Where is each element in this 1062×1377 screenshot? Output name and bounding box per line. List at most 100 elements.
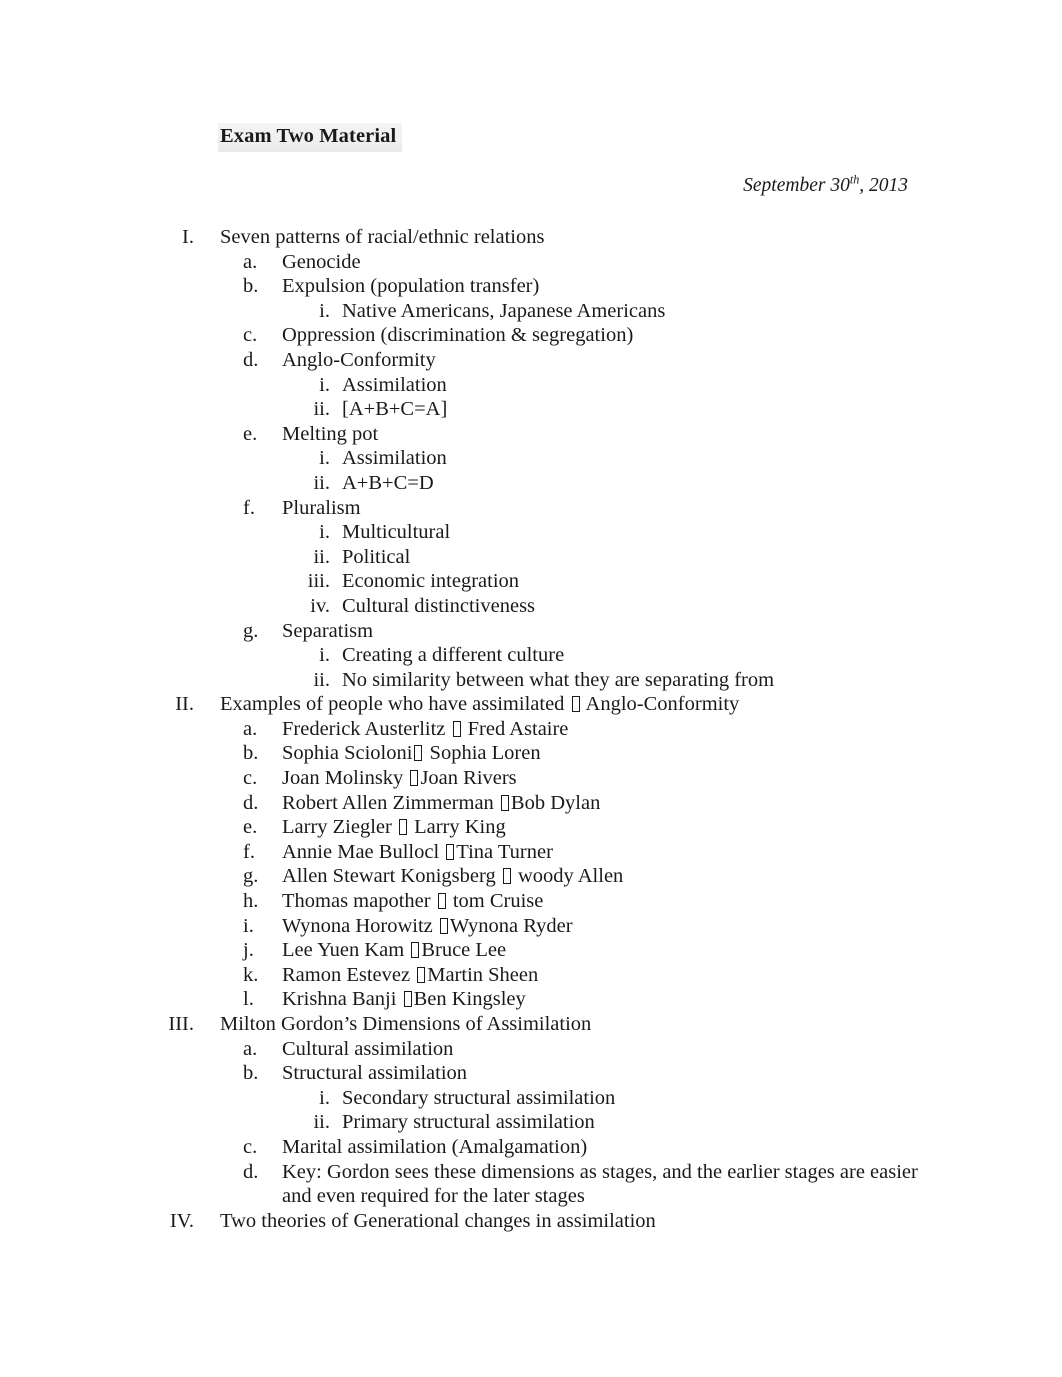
outline-item-text: Wynona Horowitz Wynona Ryder: [282, 914, 573, 937]
outline-item-level-2: k. Ramon Estevez Martin Sheen: [0, 963, 1062, 988]
missing-glyph-box-icon: [502, 868, 511, 885]
date-month-day: September 30: [743, 175, 850, 196]
outline-item-level-3: i. Multicultural: [0, 520, 1062, 545]
outline-item-level-2: g. Separatism: [0, 619, 1062, 644]
outline-item-level-1: IV. Two theories of Generational changes …: [0, 1209, 1062, 1234]
outline-marker: III.: [168, 1013, 194, 1035]
outline-item-level-1: I. Seven patterns of racial/ethnic relati…: [0, 225, 1062, 250]
outline-item-text: Allen Stewart Konigsberg woody Allen: [282, 865, 624, 888]
outline-marker: g.: [243, 865, 259, 888]
outline-marker: f.: [243, 496, 255, 519]
page-title: Exam Two Material: [218, 123, 403, 152]
outline-marker: a.: [243, 250, 258, 273]
outline-item-level-2: d. Robert Allen Zimmerman Bob Dylan: [0, 791, 1062, 816]
outline-item-text: Separatism: [282, 619, 374, 642]
outline-item-level-3: i. Secondary structural assimilation: [0, 1086, 1062, 1111]
outline-marker: i.: [319, 299, 330, 322]
outline-item-level-2: g. Allen Stewart Konigsberg woody Allen: [0, 864, 1062, 889]
outline-item-level-2: e. Melting pot: [0, 422, 1062, 447]
outline-item-text: Native Americans, Japanese Americans: [342, 299, 666, 322]
outline-item-text: Economic integration: [342, 570, 520, 593]
missing-glyph-box-icon: [414, 745, 423, 762]
outline-item-level-2: b. Structural assimilation: [0, 1061, 1062, 1086]
outline-item-level-2: f. Annie Mae Bullocl Tina Turner: [0, 840, 1062, 865]
outline-marker: f.: [243, 840, 255, 863]
outline-marker: c.: [243, 1135, 258, 1158]
outline-marker: ii.: [313, 545, 330, 568]
outline-marker: IV.: [169, 1209, 194, 1232]
outline-item-level-2: l. Krishna Banji Ben Kingsley: [0, 987, 1062, 1012]
outline-item-level-2: a. Frederick Austerlitz Fred Astaire: [0, 717, 1062, 742]
outline-marker: i.: [319, 1086, 330, 1109]
outline-marker: i.: [243, 914, 254, 937]
outline-item-level-3: i. Native Americans, Japanese Americans: [0, 299, 1062, 324]
outline-marker: iii.: [307, 570, 330, 593]
outline-item-text: Structural assimilation: [282, 1062, 468, 1085]
outline-list: I. Seven patterns of racial/ethnic relati…: [0, 225, 1062, 1233]
missing-glyph-box-icon: [571, 696, 580, 713]
outline-marker: i.: [319, 373, 330, 396]
outline-item-level-3: ii. A+B+C=D: [0, 471, 1062, 496]
outline-marker: ii.: [313, 471, 330, 494]
outline-item-level-2: d. Anglo-Conformity: [0, 348, 1062, 373]
outline-item-text: Melting pot: [282, 422, 379, 445]
outline-marker: l.: [243, 988, 254, 1011]
outline-item-level-2: c. Joan Molinsky Joan Rivers: [0, 766, 1062, 791]
outline-item-text: Annie Mae Bullocl Tina Turner: [282, 840, 553, 863]
outline-item-level-2: c. Oppression (discrimination & segregati…: [0, 323, 1062, 348]
outline-marker: g.: [243, 619, 259, 642]
outline-marker: e.: [243, 816, 258, 839]
outline-item-text: Key: Gordon sees these dimensions as sta…: [282, 1160, 918, 1208]
outline-marker: ii.: [313, 668, 330, 691]
outline-item-level-1: III. Milton Gordon’s Dimensions of Assimi…: [0, 1012, 1062, 1037]
outline-item-text: Marital assimilation (Amalgamation): [282, 1135, 588, 1158]
outline-marker: k.: [243, 963, 259, 986]
outline-marker: II.: [175, 693, 194, 716]
date-ordinal-suffix: th: [849, 172, 860, 187]
outline-item-text: Assimilation: [342, 447, 447, 470]
outline-item-text: Frederick Austerlitz Fred Astaire: [282, 717, 569, 740]
outline-item-text: Milton Gordon’s Dimensions of Assimilati…: [220, 1013, 592, 1035]
outline-item-level-3: ii. No similarity between what they are s…: [0, 668, 1062, 693]
outline-item-level-3: i. Assimilation: [0, 373, 1062, 398]
outline-item-text: Seven patterns of racial/ethnic relation…: [220, 226, 545, 248]
missing-glyph-box-icon: [439, 917, 448, 934]
outline-marker: ii.: [313, 1111, 330, 1134]
outline-marker: j.: [243, 939, 254, 962]
outline-item-level-2: e. Larry Ziegler Larry King: [0, 815, 1062, 840]
document-date: September 30th, 2013: [743, 172, 908, 197]
outline-marker: d.: [243, 348, 259, 371]
outline-item-level-2: j. Lee Yuen Kam Bruce Lee: [0, 938, 1062, 963]
outline-item-text: Joan Molinsky Joan Rivers: [282, 767, 517, 790]
missing-glyph-box-icon: [500, 794, 509, 811]
outline-marker: e.: [243, 422, 258, 445]
outline-item-level-3: iii. Economic integration: [0, 569, 1062, 594]
outline-item-text: Larry Ziegler Larry King: [282, 816, 506, 839]
outline-item-text: Creating a different culture: [342, 644, 565, 667]
outline-item-text: Pluralism: [282, 496, 361, 519]
outline-item-level-2: f. Pluralism: [0, 496, 1062, 521]
outline-item-level-3: iv. Cultural distinctiveness: [0, 594, 1062, 619]
missing-glyph-box-icon: [452, 720, 461, 737]
outline-item-text: Genocide: [282, 250, 361, 273]
outline-item-text: Multicultural: [342, 521, 451, 544]
outline-item-text: Primary structural assimilation: [342, 1111, 595, 1134]
outline-marker: d.: [243, 1160, 259, 1183]
outline-item-text: Krishna Banji Ben Kingsley: [282, 988, 526, 1011]
missing-glyph-box-icon: [446, 843, 455, 860]
outline-item-text: Sophia Scioloni Sophia Loren: [282, 742, 541, 765]
outline-item-text: Anglo-Conformity: [282, 348, 436, 371]
outline-item-level-2: a. Genocide: [0, 250, 1062, 275]
outline-marker: a.: [243, 717, 258, 740]
outline-item-text: Cultural assimilation: [282, 1037, 454, 1060]
outline-item-text: A+B+C=D: [342, 471, 434, 494]
outline-item-text: Secondary structural assimilation: [342, 1086, 616, 1109]
outline-item-level-3: ii. [A+B+C=A]: [0, 397, 1062, 422]
outline-item-text: [A+B+C=A]: [342, 398, 448, 421]
outline-item-level-3: i. Creating a different culture: [0, 643, 1062, 668]
outline-marker: i.: [319, 447, 330, 470]
outline-marker: b.: [243, 1062, 259, 1085]
outline-item-level-3: i. Assimilation: [0, 446, 1062, 471]
outline-marker: d.: [243, 791, 259, 814]
missing-glyph-box-icon: [417, 966, 426, 983]
